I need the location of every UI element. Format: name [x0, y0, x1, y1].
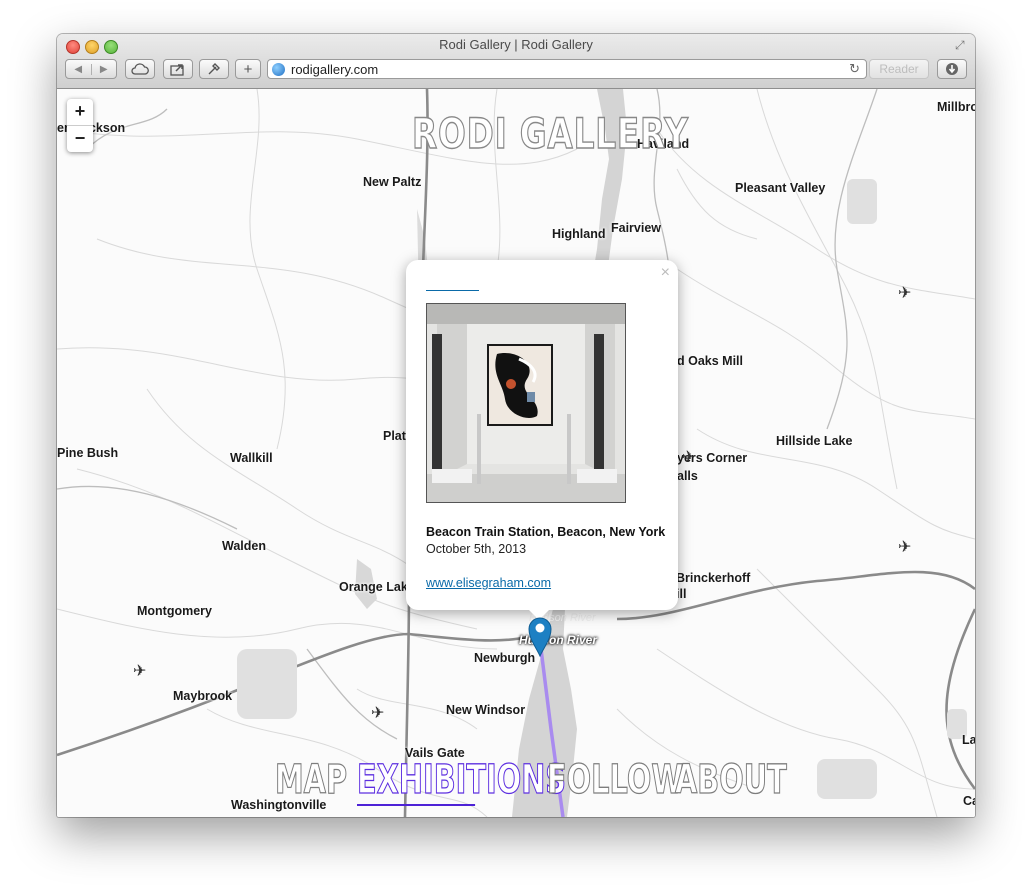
exhibition-date: October 5th, 2013 [426, 542, 527, 556]
cloud-icon [131, 63, 149, 75]
place-label: Pine Bush [57, 446, 119, 460]
map-marker-icon[interactable] [528, 617, 552, 657]
place-label: Hillside Lake [776, 434, 853, 448]
place-label: Wallkill [230, 451, 273, 465]
exhibition-photo-drawing [427, 304, 625, 502]
new-tab-button[interactable]: + [235, 59, 261, 79]
popup-close-button[interactable]: × [661, 264, 670, 282]
place-label: La [962, 733, 975, 747]
nav-about[interactable]: ABOUT [675, 756, 788, 803]
share-button[interactable] [163, 59, 193, 79]
place-label: Highland [552, 227, 606, 241]
place-label: Pleasant Valley [735, 181, 826, 195]
download-icon [946, 63, 958, 75]
place-label: Newburgh [474, 651, 536, 665]
back-forward-group: ◀ ▶ [65, 59, 117, 79]
url-text[interactable]: rodigallery.com [291, 62, 378, 77]
airport-icon: ✈ [682, 449, 696, 466]
nav-map[interactable]: MAP [275, 756, 348, 803]
forward-button[interactable]: ▶ [92, 64, 117, 75]
place-label: Fairview [611, 221, 662, 235]
bookmark-icon [208, 63, 220, 75]
exhibition-photo [426, 303, 626, 503]
place-label: Plat [383, 429, 406, 443]
place-label: Montgomery [137, 604, 212, 618]
airport-icon: ✈ [898, 285, 912, 302]
place-label: Maybrook [173, 689, 233, 703]
nav-exhibitions[interactable]: EXHIBITIONS [357, 756, 567, 806]
airport-icon: ✈ [133, 663, 147, 680]
window-title: Rodi Gallery | Rodi Gallery [439, 37, 593, 52]
reload-icon[interactable]: ↻ [849, 61, 860, 77]
place-label: Walden [222, 539, 266, 553]
share-icon [170, 63, 184, 76]
address-bar[interactable]: rodigallery.com ↻ [267, 59, 867, 79]
popup-title-link[interactable] [426, 290, 479, 291]
exhibition-popup: × Beacon Train Station, Beacon, New York… [406, 260, 678, 620]
zoom-out-button[interactable]: − [67, 126, 93, 152]
place-label: Orange Lak [339, 580, 408, 594]
zoom-control: + − [67, 99, 93, 152]
add-icon: + [243, 60, 253, 78]
place-label: Millbro [937, 100, 975, 114]
nav-follow[interactable]: FOLLOW [547, 756, 684, 803]
place-label: d Oaks Mill [677, 354, 743, 368]
airport-icon: ✈ [371, 705, 385, 722]
browser-window: Rodi Gallery | Rodi Gallery ⤢ ◀ ▶ + rodi… [57, 34, 975, 817]
main-navigation: MAP EXHIBITIONS FOLLOW ABOUT [275, 756, 788, 806]
place-label: Ca [963, 794, 975, 808]
globe-icon [272, 63, 285, 76]
place-label: New Paltz [363, 175, 422, 189]
airport-icon: ✈ [898, 539, 912, 556]
place-label: alls [677, 469, 698, 483]
zoom-in-button[interactable]: + [67, 99, 93, 126]
downloads-button[interactable] [937, 59, 967, 79]
place-label: New Windsor [446, 703, 526, 717]
icloud-tabs-button[interactable] [125, 59, 155, 79]
reader-button[interactable]: Reader [869, 59, 929, 79]
artist-website-link[interactable]: www.elisegraham.com [426, 576, 551, 590]
place-label: Brinckerhoff [676, 571, 751, 585]
map-viewport[interactable]: Millbro Haviland New Paltz Pleasant Vall… [57, 89, 975, 817]
browser-toolbar: Rodi Gallery | Rodi Gallery ⤢ ◀ ▶ + rodi… [57, 34, 975, 89]
exhibition-venue: Beacon Train Station, Beacon, New York [426, 525, 666, 539]
site-title[interactable]: RODI GALLERY [411, 108, 689, 158]
fullscreen-icon[interactable]: ⤢ [955, 38, 969, 52]
bookmarks-button[interactable] [199, 59, 229, 79]
back-button[interactable]: ◀ [66, 63, 92, 75]
